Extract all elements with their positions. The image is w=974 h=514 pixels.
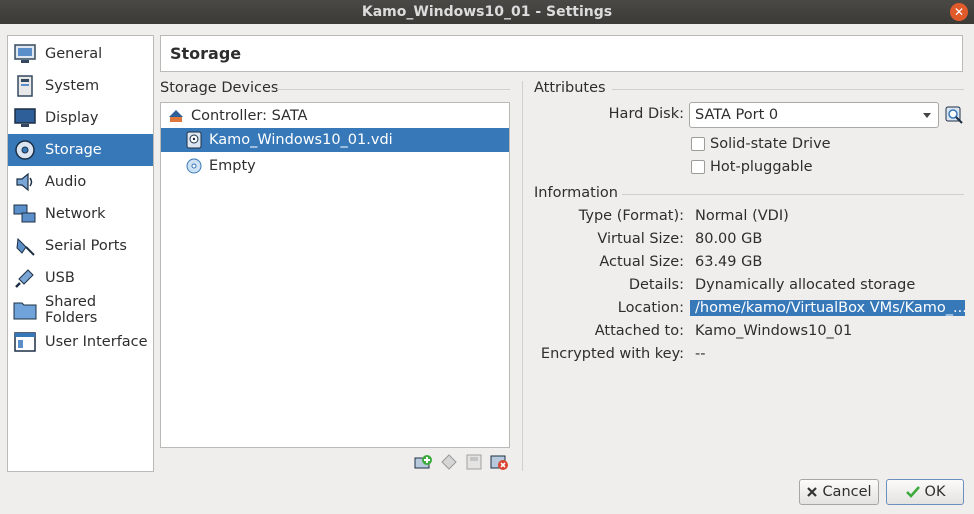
choose-disk-button[interactable] — [944, 105, 964, 125]
shared-folders-icon — [12, 297, 38, 323]
solid-state-checkbox-row[interactable]: Solid-state Drive — [691, 136, 831, 152]
sidebar-item-shared-folders[interactable]: Shared Folders — [8, 294, 153, 326]
ok-button[interactable]: OK — [886, 479, 964, 505]
solid-state-checkbox[interactable] — [691, 137, 705, 151]
attachment-icon — [441, 454, 457, 470]
storage-icon — [12, 137, 38, 163]
ok-label: OK — [924, 484, 946, 500]
check-icon — [905, 485, 921, 499]
serial-ports-icon — [12, 233, 38, 259]
remove-icon — [490, 455, 508, 470]
controller-icon — [167, 107, 185, 125]
remove-controller-button[interactable] — [489, 452, 509, 472]
general-icon — [12, 41, 38, 67]
info-key-location: Location: — [617, 300, 684, 316]
info-key-encrypted: Encrypted with key: — [540, 346, 684, 362]
sidebar-item-storage[interactable]: Storage — [8, 134, 153, 166]
sidebar-item-label: Storage — [45, 142, 102, 158]
tree-item-optical[interactable]: Empty — [161, 154, 509, 178]
add-attachment-button[interactable] — [439, 452, 459, 472]
divider — [277, 89, 510, 90]
sidebar-item-user-interface[interactable]: User Interface — [8, 326, 153, 358]
optical-disc-icon — [185, 157, 203, 175]
cancel-button[interactable]: Cancel — [799, 479, 879, 505]
sidebar-item-display[interactable]: Display — [8, 102, 153, 134]
sidebar-item-label: General — [45, 46, 103, 62]
sidebar-item-usb[interactable]: USB — [8, 262, 153, 294]
solid-state-label: Solid-state Drive — [710, 136, 831, 152]
info-value-actual-size: 63.49 GB — [695, 254, 763, 270]
hard-disk-value: SATA Port 0 — [695, 107, 779, 123]
usb-icon — [12, 265, 38, 291]
page-title: Storage — [160, 35, 963, 72]
divider — [612, 89, 964, 90]
info-key-attached-to: Attached to: — [594, 323, 684, 339]
storage-devices-label: Storage Devices — [160, 80, 279, 96]
info-value-type: Normal (VDI) — [695, 208, 789, 224]
sidebar-item-label: Shared Folders — [45, 294, 98, 326]
disk-icon — [466, 454, 482, 470]
hard-disk-select[interactable]: SATA Port 0 — [689, 102, 939, 128]
disk-search-icon — [945, 106, 963, 124]
sidebar-item-label: Network — [45, 206, 106, 222]
tree-item-controller[interactable]: Controller: SATA — [161, 104, 509, 128]
chevron-down-icon — [923, 113, 931, 118]
hard-disk-icon — [185, 131, 203, 149]
attributes-label: Attributes — [534, 80, 606, 96]
sidebar-item-serial-ports[interactable]: Serial Ports — [8, 230, 153, 262]
sidebar-item-audio[interactable]: Audio — [8, 166, 153, 198]
info-value-encrypted: -- — [695, 346, 706, 362]
cancel-label: Cancel — [822, 484, 872, 500]
settings-sidebar: General System Display Storage Audio Net… — [7, 35, 154, 472]
add-controller-button[interactable] — [413, 452, 433, 472]
window-title: Kamo_Windows10_01 - Settings — [361, 4, 613, 20]
add-icon — [414, 455, 432, 469]
display-icon — [12, 105, 38, 131]
remove-attachment-button[interactable] — [464, 452, 484, 472]
info-value-location[interactable]: /home/kamo/VirtualBox VMs/Kamo_... — [690, 300, 965, 316]
system-icon — [12, 73, 38, 99]
hot-pluggable-checkbox[interactable] — [691, 160, 705, 174]
audio-icon — [12, 169, 38, 195]
sidebar-item-system[interactable]: System — [8, 70, 153, 102]
divider — [622, 194, 964, 195]
tree-item-hard-disk[interactable]: Kamo_Windows10_01.vdi — [161, 128, 509, 152]
hot-pluggable-label: Hot-pluggable — [710, 159, 813, 175]
info-value-details: Dynamically allocated storage — [695, 277, 916, 293]
sidebar-item-label: Display — [45, 110, 99, 126]
sidebar-item-network[interactable]: Network — [8, 198, 153, 230]
user-interface-icon — [12, 329, 38, 355]
information-label: Information — [534, 185, 618, 201]
tree-item-label: Kamo_Windows10_01.vdi — [209, 132, 393, 148]
info-key-details: Details: — [628, 277, 684, 293]
info-key-actual-size: Actual Size: — [599, 254, 684, 270]
info-value-attached-to: Kamo_Windows10_01 — [695, 323, 853, 339]
sidebar-item-label: User Interface — [45, 334, 148, 350]
info-value-virtual-size: 80.00 GB — [695, 231, 763, 247]
vertical-divider — [522, 81, 523, 471]
tree-item-label: Controller: SATA — [191, 108, 308, 124]
hard-disk-label: Hard Disk: — [608, 106, 684, 122]
sidebar-item-general[interactable]: General — [8, 38, 153, 70]
network-icon — [12, 201, 38, 227]
sidebar-item-label: System — [45, 78, 100, 94]
info-key-virtual-size: Virtual Size: — [597, 231, 684, 247]
hot-pluggable-checkbox-row[interactable]: Hot-pluggable — [691, 159, 813, 175]
info-key-type: Type (Format): — [578, 208, 684, 224]
storage-tree[interactable]: Controller: SATA Kamo_Windows10_01.vdi E… — [160, 102, 510, 448]
cancel-icon — [806, 486, 818, 498]
close-icon: ✕ — [953, 5, 965, 19]
tree-item-label: Empty — [209, 158, 256, 174]
sidebar-item-label: USB — [45, 270, 75, 286]
title-bar: Kamo_Windows10_01 - Settings ✕ — [0, 0, 974, 24]
sidebar-item-label: Audio — [45, 174, 87, 190]
close-button[interactable]: ✕ — [950, 3, 968, 21]
sidebar-item-label: Serial Ports — [45, 238, 127, 254]
